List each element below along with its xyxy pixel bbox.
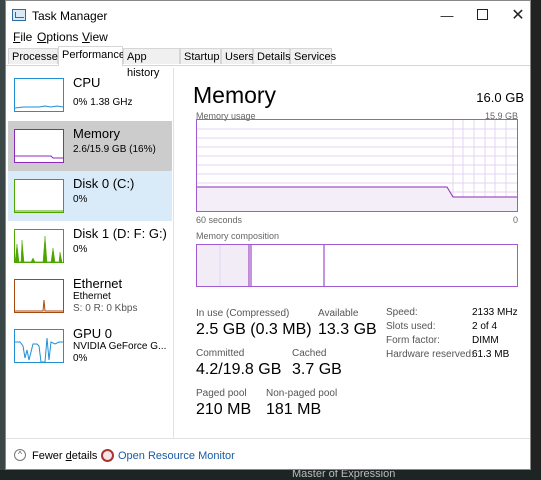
- available-value: 13.3 GB: [318, 321, 377, 338]
- tab-strip: Processes Performance App history Startu…: [6, 46, 530, 79]
- resource-monitor-icon: [101, 449, 114, 462]
- performance-sidebar: CPU 0% 1.38 GHz Memory 2.6/15.9 GB (16%)…: [6, 68, 174, 438]
- disk0-thumbnail-graph: [14, 179, 64, 213]
- speed-label: Speed:: [386, 307, 418, 318]
- memory-thumbnail-graph: [14, 129, 64, 163]
- desktop-background-bottom: [0, 470, 541, 480]
- memory-total: 16.0 GB: [476, 90, 524, 105]
- cpu-thumbnail-graph: [14, 78, 64, 112]
- sidebar-item-detail: 0%: [73, 244, 88, 255]
- tab-processes[interactable]: Processes: [8, 48, 63, 64]
- hardware-reserved-label: Hardware reserved:: [386, 349, 474, 360]
- page-title: Memory: [193, 82, 277, 108]
- cached-value: 3.7 GB: [292, 361, 342, 378]
- maximize-icon: [476, 9, 488, 20]
- memory-panel: Memory 16.0 GB Memory usage 15.9 GB 60 s…: [193, 68, 526, 438]
- available-label: Available: [318, 308, 359, 319]
- minimize-button[interactable]: —: [437, 7, 457, 25]
- paged-pool-value: 210 MB: [196, 401, 252, 418]
- sidebar-item-detail: 0% 1.38 GHz: [73, 97, 133, 108]
- committed-value: 4.2/19.8 GB: [196, 361, 282, 378]
- hardware-reserved-value: 61.3 MB: [472, 349, 510, 360]
- window-title: Task Manager: [32, 9, 108, 23]
- composition-graph-label: Memory composition: [196, 231, 280, 241]
- close-button[interactable]: ✕: [508, 7, 528, 25]
- sidebar-item-gpu0[interactable]: GPU 0 NVIDIA GeForce G... 0%: [8, 321, 172, 371]
- sidebar-item-disk0[interactable]: Disk 0 (C:) 0%: [8, 171, 172, 221]
- menu-bar: File Options View: [6, 30, 530, 46]
- sidebar-item-title: GPU 0: [73, 326, 113, 341]
- memory-composition-graph: [196, 244, 518, 287]
- form-factor-label: Form factor:: [386, 335, 440, 346]
- sidebar-item-detail: 0%: [73, 353, 88, 364]
- sidebar-item-detail: 2.6/15.9 GB (16%): [73, 144, 156, 155]
- slots-used-value: 2 of 4: [472, 321, 498, 332]
- menu-view[interactable]: View: [82, 30, 108, 44]
- maximize-button[interactable]: [472, 7, 492, 25]
- committed-label: Committed: [196, 348, 245, 359]
- chevron-up-icon[interactable]: ^: [14, 449, 26, 461]
- task-manager-window: Task Manager — ✕ File Options View Proce…: [5, 0, 531, 470]
- sidebar-item-memory[interactable]: Memory 2.6/15.9 GB (16%): [8, 121, 172, 171]
- sidebar-item-title: Ethernet: [73, 276, 123, 291]
- menu-file[interactable]: File: [13, 30, 32, 44]
- sidebar-item-detail: NVIDIA GeForce G...: [73, 341, 167, 352]
- footer-bar: ^ Fewer details Open Resource Monitor: [6, 438, 530, 471]
- tab-details[interactable]: Details: [253, 48, 291, 64]
- tab-services[interactable]: Services: [290, 48, 336, 64]
- in-use-label: In use (Compressed): [196, 308, 290, 319]
- disk1-thumbnail-graph: [14, 229, 64, 263]
- fewer-details-link[interactable]: Fewer details: [32, 450, 97, 462]
- ethernet-thumbnail-graph: [14, 279, 64, 313]
- form-factor-value: DIMM: [472, 335, 499, 346]
- sidebar-item-disk1[interactable]: Disk 1 (D: F: G:) 0%: [8, 221, 172, 271]
- sidebar-item-detail: 0%: [73, 194, 88, 205]
- tab-users[interactable]: Users: [221, 48, 254, 64]
- slots-used-label: Slots used:: [386, 321, 436, 332]
- sidebar-item-cpu[interactable]: CPU 0% 1.38 GHz: [8, 70, 172, 120]
- gpu-thumbnail-graph: [14, 329, 64, 363]
- tab-startup[interactable]: Startup: [180, 48, 221, 64]
- nonpaged-pool-value: 181 MB: [266, 401, 322, 418]
- time-axis-left: 60 seconds: [196, 215, 243, 225]
- sidebar-item-detail: S: 0 R: 0 Kbps: [73, 303, 138, 314]
- memory-usage-graph: [196, 119, 518, 212]
- tab-app-history[interactable]: App history: [123, 48, 180, 79]
- tab-performance[interactable]: Performance: [58, 46, 125, 66]
- cached-label: Cached: [292, 348, 327, 359]
- sidebar-item-title: Memory: [73, 126, 120, 141]
- open-resource-monitor-link[interactable]: Open Resource Monitor: [118, 450, 235, 462]
- title-bar[interactable]: Task Manager — ✕: [6, 1, 530, 31]
- sidebar-item-ethernet[interactable]: Ethernet Ethernet S: 0 R: 0 Kbps: [8, 271, 172, 321]
- sidebar-item-detail: Ethernet: [73, 291, 111, 302]
- task-manager-icon: [12, 9, 26, 21]
- paged-pool-label: Paged pool: [196, 388, 247, 399]
- speed-value: 2133 MHz: [472, 307, 518, 318]
- sidebar-item-title: Disk 1 (D: F: G:): [73, 226, 167, 241]
- in-use-value: 2.5 GB (0.3 MB): [196, 321, 312, 338]
- menu-options[interactable]: Options: [37, 30, 78, 44]
- time-axis-right: 0: [512, 215, 518, 225]
- desktop-background-right: [531, 0, 541, 480]
- sidebar-item-title: CPU: [73, 75, 101, 90]
- sidebar-item-title: Disk 0 (C:): [73, 176, 135, 191]
- nonpaged-pool-label: Non-paged pool: [266, 388, 338, 399]
